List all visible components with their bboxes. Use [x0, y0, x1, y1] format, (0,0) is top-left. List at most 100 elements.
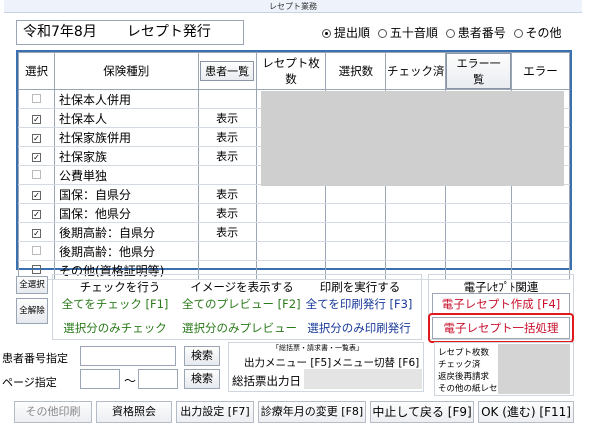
window-title: レセプト業務 — [4, 0, 582, 13]
col-insurance: 保険種別 — [53, 52, 199, 90]
count-cell — [445, 222, 513, 242]
table-row: ✓ 後期高齢：自県分 表示 — [18, 222, 570, 242]
col-receipt-count: レセプト枚数 — [255, 52, 327, 90]
ok-next-button[interactable]: OK (進む) [F11] — [478, 401, 574, 423]
col-checked: チェック済 — [385, 52, 447, 90]
row-checkbox[interactable]: ✓ — [31, 191, 41, 200]
output-menu-button[interactable]: 出力メニュー [F5] — [244, 355, 331, 370]
row-checkbox[interactable]: ✓ — [31, 210, 41, 219]
check-all-button[interactable]: 全てをチェック [F1] — [60, 296, 170, 312]
sort-option-other[interactable]: その他 — [513, 26, 564, 40]
count-cell — [511, 222, 570, 242]
show-link[interactable]: 表示 — [197, 127, 257, 147]
print-selected-button[interactable]: 選択分のみ印刷発行 — [304, 320, 414, 336]
output-settings-button[interactable]: 出力設定 [F7] — [176, 401, 254, 423]
col-patient-list: 患者一覧 — [197, 52, 257, 90]
insurance-type-label: 後期高齢：自県分 — [53, 222, 199, 242]
show-link[interactable]: 表示 — [197, 108, 257, 128]
stat-receipt-count-label: レセプト枚数 — [438, 348, 490, 358]
highlight-frame — [428, 313, 574, 343]
show-link[interactable]: 表示 — [197, 203, 257, 223]
radio-icon — [377, 29, 387, 38]
select-cell — [18, 165, 55, 185]
stats-values-redacted — [498, 344, 570, 394]
row-checkbox[interactable]: ✓ — [31, 134, 41, 143]
count-cell — [325, 203, 387, 223]
show-link[interactable]: 表示 — [197, 222, 257, 242]
select-cell — [18, 89, 55, 109]
select-cell: ✓ — [18, 127, 55, 147]
error-list-button[interactable]: エラー一覧 — [446, 53, 512, 89]
select-all-button[interactable]: 全選択 — [16, 276, 48, 294]
col-error: エラー — [511, 52, 570, 90]
menu-switch-button[interactable]: メニュー切替 [F6] — [332, 355, 419, 370]
patient-no-label: 患者番号指定 — [2, 352, 68, 365]
create-electronic-receipt-button[interactable]: 電子レセプト作成 [F4] — [432, 293, 570, 315]
check-selected-button[interactable]: 選択分のみチェック — [60, 320, 170, 336]
deselect-all-button[interactable]: 全解除 — [16, 298, 48, 324]
show-link[interactable]: 表示 — [197, 184, 257, 204]
print-all-button[interactable]: 全てを印刷発行 [F3] — [304, 296, 414, 312]
count-cell — [325, 184, 387, 204]
count-cell — [325, 241, 387, 261]
page-from-input[interactable] — [80, 369, 120, 389]
col-selected-count: 選択数 — [325, 52, 387, 90]
page-to-input[interactable] — [138, 369, 178, 389]
count-cell — [385, 184, 447, 204]
period-header: 令和7年8月 レセプト発行 — [16, 20, 244, 45]
row-checkbox[interactable] — [31, 265, 41, 274]
stat-returned-label: 返戻後再請求 — [438, 372, 490, 382]
insurance-type-label: 国保：他県分 — [53, 203, 199, 223]
sort-options: 提出順 五十音順 患者番号 その他 — [322, 24, 566, 41]
count-cell — [385, 222, 447, 242]
count-cell — [445, 203, 513, 223]
count-cell — [511, 241, 570, 261]
change-month-button[interactable]: 診療年月の変更 [F8] — [258, 401, 366, 423]
col-select: 選択 — [18, 52, 55, 90]
other-print-button[interactable]: その他印刷 — [14, 401, 92, 423]
page-label: ページ指定 — [2, 376, 57, 389]
insurance-type-label: 公費単独 — [53, 165, 199, 185]
select-cell — [18, 241, 55, 261]
summary-date-input[interactable] — [304, 369, 422, 389]
table-row: 後期高齢：他県分 — [18, 241, 570, 261]
radio-selected-icon — [322, 29, 331, 38]
row-checkbox[interactable]: ✓ — [31, 115, 41, 124]
row-checkbox — [31, 94, 41, 103]
count-cell — [255, 184, 327, 204]
col-error-list: エラー一覧 — [445, 52, 513, 90]
check-header: チェックを行う — [79, 280, 161, 294]
row-checkbox[interactable]: ✓ — [31, 229, 41, 238]
sort-option-patient-no[interactable]: 患者番号 — [445, 26, 508, 40]
insurance-type-label: 社保家族併用 — [53, 127, 199, 147]
show-link — [197, 241, 257, 261]
count-cell — [445, 241, 513, 261]
insurance-type-label: 社保本人併用 — [53, 89, 199, 109]
preview-all-button[interactable]: 全てのプレビュー [F2] — [182, 296, 301, 312]
sort-option-kana[interactable]: 五十音順 — [377, 26, 440, 40]
patient-list-button[interactable]: 患者一覧 — [200, 61, 255, 81]
patient-search-button[interactable]: 検索 — [184, 346, 220, 366]
count-cell — [511, 203, 570, 223]
receipt-window: レセプト業務 令和7年8月 レセプト発行 提出順 五十音順 患者番号 その他 選択… — [2, 0, 582, 429]
patient-no-input[interactable] — [80, 346, 176, 366]
count-cell — [385, 241, 447, 261]
insurance-type-label: 後期高齢：他県分 — [53, 241, 199, 261]
row-checkbox — [31, 246, 41, 255]
print-header: 印刷を実行する — [319, 280, 401, 294]
qualification-button[interactable]: 資格照会 — [96, 401, 172, 423]
page-search-button[interactable]: 検索 — [184, 369, 220, 389]
count-cell — [255, 203, 327, 223]
stat-checked-label: チェック済 — [438, 360, 481, 370]
preview-selected-button[interactable]: 選択分のみプレビュー — [182, 320, 297, 336]
summary-date-label: 総括票出力日 — [232, 374, 301, 388]
count-cell — [511, 184, 570, 204]
select-cell: ✓ — [18, 146, 55, 166]
show-link[interactable]: 表示 — [197, 146, 257, 166]
sort-option-submission[interactable]: 提出順 — [322, 26, 372, 40]
cancel-back-button[interactable]: 中止して戻る [F9] — [370, 401, 474, 423]
image-header: イメージを表示する — [190, 280, 294, 294]
row-checkbox[interactable]: ✓ — [31, 153, 41, 162]
radio-icon — [513, 29, 523, 38]
count-cell — [255, 241, 327, 261]
